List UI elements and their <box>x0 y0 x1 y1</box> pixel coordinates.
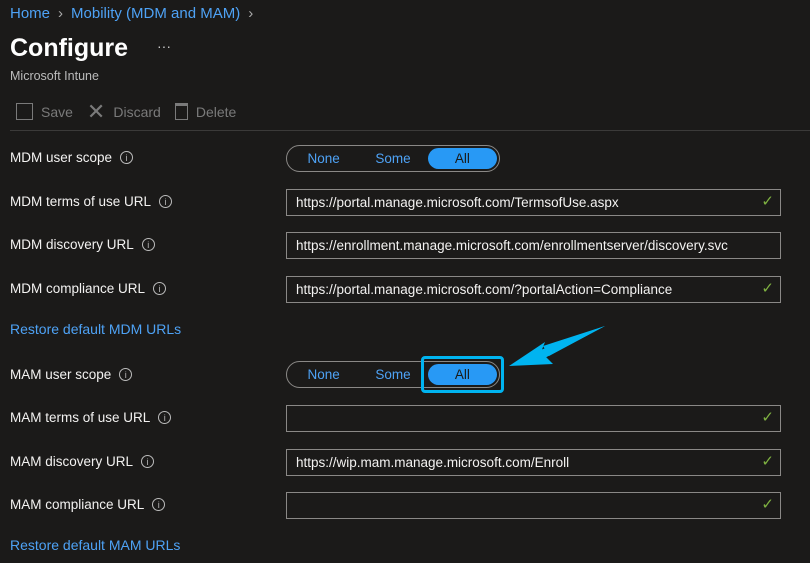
mam-scope-label: MAM user scope i <box>10 367 133 382</box>
mam-compliance-label: MAM compliance URL i <box>10 497 166 512</box>
restore-mam-urls-link[interactable]: Restore default MAM URLs <box>10 537 180 553</box>
label-text: MAM user scope <box>10 367 112 382</box>
mdm-scope-all[interactable]: All <box>427 148 497 169</box>
mam-terms-input[interactable]: ✓ <box>286 405 781 432</box>
mdm-compliance-input[interactable]: https://portal.manage.microsoft.com/?por… <box>286 276 781 303</box>
mdm-compliance-label: MDM compliance URL i <box>10 281 167 296</box>
label-text: MAM discovery URL <box>10 454 134 469</box>
delete-label: Delete <box>195 103 237 120</box>
delete-button[interactable]: Delete <box>174 103 237 120</box>
label-text: MDM terms of use URL <box>10 194 152 209</box>
info-icon[interactable]: i <box>141 455 155 468</box>
breadcrumb-mobility[interactable]: Mobility (MDM and MAM) <box>71 5 240 22</box>
breadcrumb-home[interactable]: Home <box>10 5 50 22</box>
more-options-button[interactable]: ··· <box>157 38 171 54</box>
input-value: https://portal.manage.microsoft.com/?por… <box>296 282 673 297</box>
save-button[interactable]: Save <box>16 103 73 120</box>
arrow-annotation-icon <box>509 326 605 366</box>
restore-mdm-urls-link[interactable]: Restore default MDM URLs <box>10 321 181 337</box>
label-text: MDM discovery URL <box>10 237 134 252</box>
info-icon[interactable]: i <box>141 238 155 251</box>
label-text: MDM user scope <box>10 150 113 165</box>
input-value: https://portal.manage.microsoft.com/Term… <box>296 195 619 210</box>
chevron-right-icon: › <box>58 5 64 22</box>
info-icon[interactable]: i <box>120 151 134 164</box>
mam-terms-label: MAM terms of use URL i <box>10 410 172 425</box>
divider <box>10 130 810 131</box>
label-text: MAM compliance URL <box>10 497 145 512</box>
mdm-scope-label: MDM user scope i <box>10 150 134 165</box>
mdm-discovery-input[interactable]: https://enrollment.manage.microsoft.com/… <box>286 232 781 259</box>
checkmark-icon: ✓ <box>761 280 774 297</box>
page-title: Configure <box>10 34 129 62</box>
checkmark-icon: ✓ <box>761 409 774 426</box>
page-subtitle: Microsoft Intune <box>10 69 99 83</box>
breadcrumb: Home › Mobility (MDM and MAM) › <box>10 5 253 22</box>
label-text: MDM compliance URL <box>10 281 146 296</box>
highlight-box <box>421 356 504 393</box>
info-icon[interactable]: i <box>158 411 172 424</box>
mdm-terms-label: MDM terms of use URL i <box>10 194 173 209</box>
info-icon[interactable]: i <box>159 195 173 208</box>
info-icon[interactable]: i <box>119 368 133 381</box>
toolbar: Save ✕ Discard Delete <box>16 98 237 124</box>
mam-discovery-input[interactable]: https://wip.mam.manage.microsoft.com/Enr… <box>286 449 781 476</box>
input-value: https://enrollment.manage.microsoft.com/… <box>296 238 728 253</box>
info-icon[interactable]: i <box>152 498 166 511</box>
mdm-scope-some[interactable]: Some <box>358 148 427 169</box>
trash-icon <box>174 103 188 120</box>
info-icon[interactable]: i <box>153 282 167 295</box>
mdm-terms-input[interactable]: https://portal.manage.microsoft.com/Term… <box>286 189 781 216</box>
checkmark-icon: ✓ <box>761 453 774 470</box>
mdm-discovery-label: MDM discovery URL i <box>10 237 155 252</box>
mam-discovery-label: MAM discovery URL i <box>10 454 155 469</box>
discard-button[interactable]: ✕ Discard <box>86 98 161 124</box>
mam-scope-some[interactable]: Some <box>358 364 427 385</box>
chevron-right-icon: › <box>248 5 254 22</box>
discard-label: Discard <box>113 103 161 120</box>
mam-compliance-input[interactable]: ✓ <box>286 492 781 519</box>
save-label: Save <box>41 103 73 120</box>
input-value: https://wip.mam.manage.microsoft.com/Enr… <box>296 455 570 470</box>
mam-scope-none[interactable]: None <box>289 364 358 385</box>
checkmark-icon: ✓ <box>761 496 774 513</box>
checkmark-icon: ✓ <box>761 193 774 210</box>
mdm-scope-toggle: None Some All <box>286 145 500 172</box>
save-icon <box>16 103 33 120</box>
mdm-scope-none[interactable]: None <box>289 148 358 169</box>
close-icon: ✕ <box>86 98 106 124</box>
label-text: MAM terms of use URL <box>10 410 151 425</box>
